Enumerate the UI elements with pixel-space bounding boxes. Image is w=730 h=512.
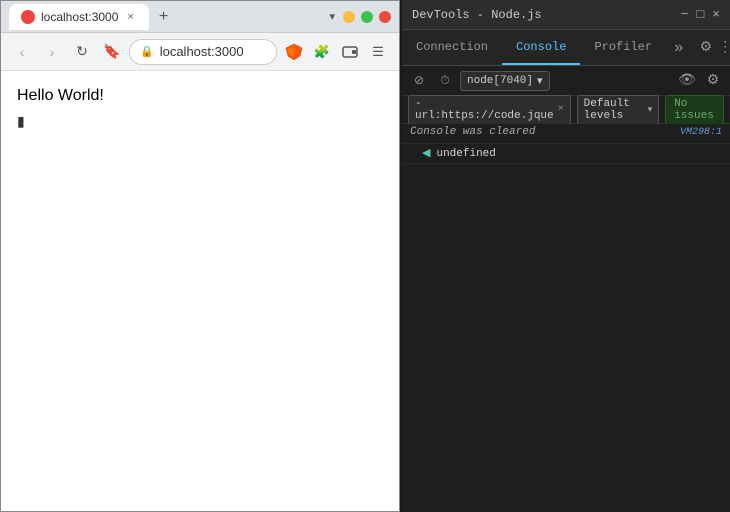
new-tab-btn[interactable]: + <box>153 6 174 28</box>
clear-icon: ⊘ <box>414 73 424 88</box>
devtools-tab-icons: ⚙ ⋮ <box>692 30 730 65</box>
brave-icon-btn[interactable] <box>281 39 307 65</box>
devtools-maximize-btn[interactable]: □ <box>696 7 704 22</box>
tab-profiler-label: Profiler <box>594 40 652 54</box>
filter-issues-btn[interactable]: No issues <box>665 95 724 125</box>
devtools-panel: DevTools - Node.js − □ × Connection Cons… <box>402 0 730 512</box>
console-toolbar: ⊘ ⏱ node[7040] ▾ 👁 ⚙ <box>402 66 730 96</box>
devtools-minimize-btn[interactable]: − <box>681 7 689 22</box>
bookmark-icon: 🔖 <box>103 43 120 60</box>
tab-area: localhost:3000 × + <box>9 4 321 30</box>
console-cleared-line: Console was cleared VM298:1 <box>402 124 730 144</box>
eye-btn[interactable]: 👁 <box>676 70 698 92</box>
tab-favicon <box>21 10 35 24</box>
tab-title: localhost:3000 <box>41 10 118 24</box>
back-btn[interactable]: ‹ <box>9 39 35 65</box>
cleared-text: Console was cleared <box>410 126 535 138</box>
toolbar-icons: 🧩 ☰ <box>281 39 391 65</box>
devtools-titlebar: DevTools - Node.js − □ × <box>402 0 730 30</box>
address-bar[interactable]: 🔒 localhost:3000 <box>129 39 277 65</box>
close-btn[interactable] <box>379 11 391 23</box>
console-output: Console was cleared VM298:1 ◀ undefined <box>402 124 730 512</box>
filter-levels-arrow: ▾ <box>648 105 653 115</box>
browser-window: localhost:3000 × + ▾ ‹ › ↻ 🔖 🔒 localhost… <box>0 0 400 512</box>
extensions-btn[interactable]: 🧩 <box>309 39 335 65</box>
filter-url-text: -url:https://code.jque <box>415 98 554 122</box>
tab-connection-label: Connection <box>416 40 488 54</box>
menu-btn[interactable]: ☰ <box>365 39 391 65</box>
console-history-btn[interactable]: ⏱ <box>434 70 456 92</box>
filter-tag-close-btn[interactable]: × <box>558 104 564 115</box>
filter-url-tag[interactable]: -url:https://code.jque × <box>408 95 571 125</box>
node-selector-arrow: ▾ <box>537 74 543 88</box>
forward-btn[interactable]: › <box>39 39 65 65</box>
maximize-btn[interactable] <box>361 11 373 23</box>
forward-icon: › <box>50 44 55 60</box>
browser-content: Hello World! ▮ <box>1 71 399 511</box>
back-icon: ‹ <box>20 44 25 60</box>
console-settings-btn[interactable]: ⚙ <box>702 70 724 92</box>
filter-levels-label: Default levels <box>584 98 645 122</box>
devtools-title: DevTools - Node.js <box>412 8 542 22</box>
tab-connection[interactable]: Connection <box>402 30 502 65</box>
browser-tab[interactable]: localhost:3000 × <box>9 4 149 30</box>
hello-world-text: Hello World! <box>17 87 104 104</box>
devtools-close-btn[interactable]: × <box>712 7 720 22</box>
window-controls <box>343 11 391 23</box>
console-undefined-line: ◀ undefined <box>402 144 730 164</box>
tab-profiler[interactable]: Profiler <box>580 30 666 65</box>
hamburger-icon: ☰ <box>372 44 384 60</box>
brave-icon <box>284 42 304 62</box>
cleared-file: VM298:1 <box>680 127 722 138</box>
puzzle-icon: 🧩 <box>314 44 330 60</box>
filter-issues-label: No issues <box>674 98 714 122</box>
browser-titlebar: localhost:3000 × + ▾ <box>1 1 399 33</box>
address-text: localhost:3000 <box>160 44 244 59</box>
node-selector[interactable]: node[7040] ▾ <box>460 71 550 91</box>
bookmark-btn[interactable]: 🔖 <box>99 39 125 65</box>
undefined-arrow: ◀ <box>422 146 430 160</box>
console-filter-bar: -url:https://code.jque × Default levels … <box>402 96 730 124</box>
devtools-win-controls: − □ × <box>681 7 720 22</box>
reload-icon: ↻ <box>76 43 88 60</box>
console-clear-btn[interactable]: ⊘ <box>408 70 430 92</box>
devtools-settings-icon[interactable]: ⚙ <box>700 39 713 56</box>
devtools-more-icon[interactable]: ⋮ <box>718 39 730 56</box>
filter-levels-btn[interactable]: Default levels ▾ <box>577 95 660 125</box>
minimize-btn[interactable] <box>343 11 355 23</box>
history-icon: ⏱ <box>440 74 449 88</box>
tab-console-label: Console <box>516 40 566 54</box>
lock-icon: 🔒 <box>140 45 154 58</box>
tab-console[interactable]: Console <box>502 30 580 65</box>
wallet-btn[interactable] <box>337 39 363 65</box>
node-selector-label: node[7040] <box>467 75 533 87</box>
more-tabs-btn[interactable]: » <box>666 30 692 65</box>
browser-toolbar: ‹ › ↻ 🔖 🔒 localhost:3000 🧩 <box>1 33 399 71</box>
wallet-icon <box>342 44 358 60</box>
devtools-tabs: Connection Console Profiler » ⚙ ⋮ <box>402 30 730 66</box>
undefined-text: undefined <box>436 148 495 160</box>
reload-btn[interactable]: ↻ <box>69 39 95 65</box>
cursor-indicator: ▮ <box>17 113 383 130</box>
tab-close-btn[interactable]: × <box>124 10 136 24</box>
tab-dropdown-btn[interactable]: ▾ <box>325 8 339 25</box>
